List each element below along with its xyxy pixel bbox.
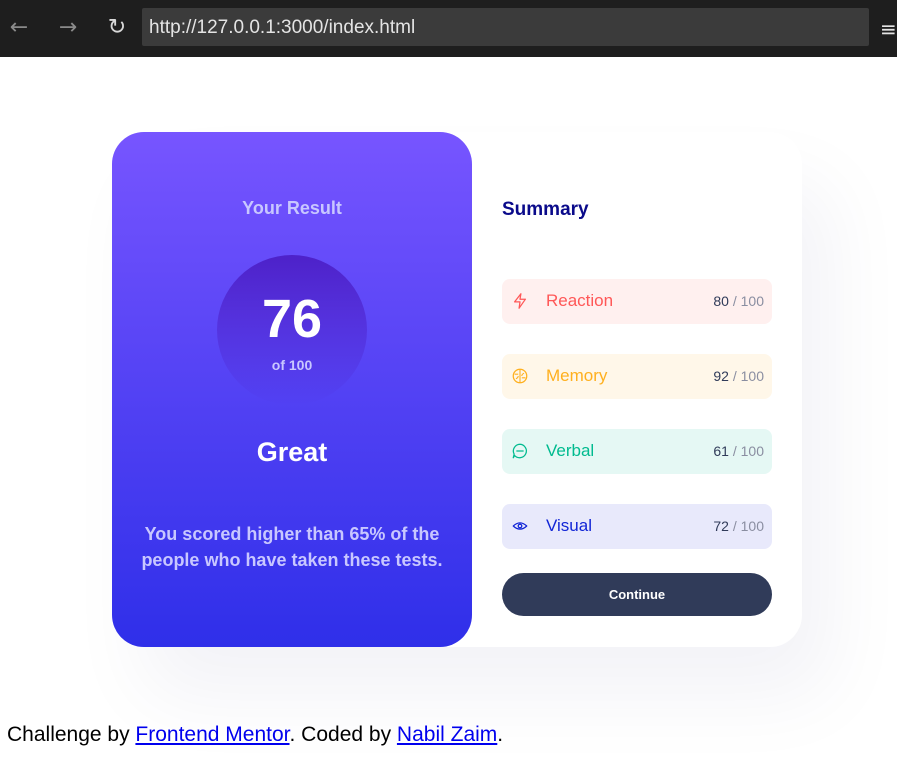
continue-button[interactable]: Continue (502, 573, 772, 616)
summary-item-reaction: Reaction 80 / 100 (502, 279, 772, 324)
result-description: You scored higher than 65% of the people… (141, 524, 443, 570)
browser-toolbar: ← → ↻ http://127.0.0.1:3000/index.html ≡ (0, 0, 897, 57)
score-circle: 76 of 100 (217, 255, 367, 405)
summary-item-verbal: Verbal 61 / 100 (502, 429, 772, 474)
frontend-mentor-link[interactable]: Frontend Mentor (135, 723, 289, 746)
result-panel: Your Result 76 of 100 Great You scored h… (112, 132, 472, 647)
forward-arrow-icon[interactable]: → (55, 14, 81, 42)
reload-icon[interactable]: ↻ (104, 14, 130, 42)
summary-item-visual: Visual 72 / 100 (502, 504, 772, 549)
summary-item-label: Visual (546, 516, 592, 535)
summary-item-score: 72 / 100 (713, 518, 764, 534)
summary-item-score: 80 / 100 (713, 293, 764, 309)
result-grade: Great (256, 437, 328, 467)
summary-item-label: Verbal (546, 441, 595, 460)
footer-text: . Coded by (289, 723, 397, 746)
score-value: 76 (261, 289, 323, 349)
score-of: of 100 (271, 357, 313, 373)
chat-bubble-icon (512, 443, 527, 459)
lightning-icon (513, 293, 527, 309)
summary-item-label: Memory (546, 366, 608, 385)
summary-item-label: Reaction (546, 291, 614, 310)
footer-text: Challenge by (7, 723, 136, 746)
url-text: http://127.0.0.1:3000/index.html (149, 17, 416, 38)
back-arrow-icon[interactable]: ← (6, 14, 32, 42)
attribution-footer: Challenge by Frontend Mentor. Coded by N… (7, 723, 503, 747)
summary-item-score: 92 / 100 (713, 368, 764, 384)
result-title: Your Result (242, 198, 342, 218)
summary-title: Summary (502, 199, 589, 220)
brain-icon (512, 368, 528, 384)
footer-text: . (497, 723, 504, 746)
summary-item-score: 61 / 100 (713, 443, 764, 459)
address-bar[interactable]: http://127.0.0.1:3000/index.html (142, 8, 869, 46)
results-card: Your Result 76 of 100 Great You scored h… (112, 132, 802, 647)
author-link[interactable]: Nabil Zaim (397, 723, 497, 746)
eye-icon (512, 522, 528, 530)
summary-item-memory: Memory 92 / 100 (502, 354, 772, 399)
summary-panel: Summary Reaction 80 / 100 Memory 92 / 10… (502, 132, 772, 647)
menu-icon[interactable]: ≡ (880, 16, 897, 42)
